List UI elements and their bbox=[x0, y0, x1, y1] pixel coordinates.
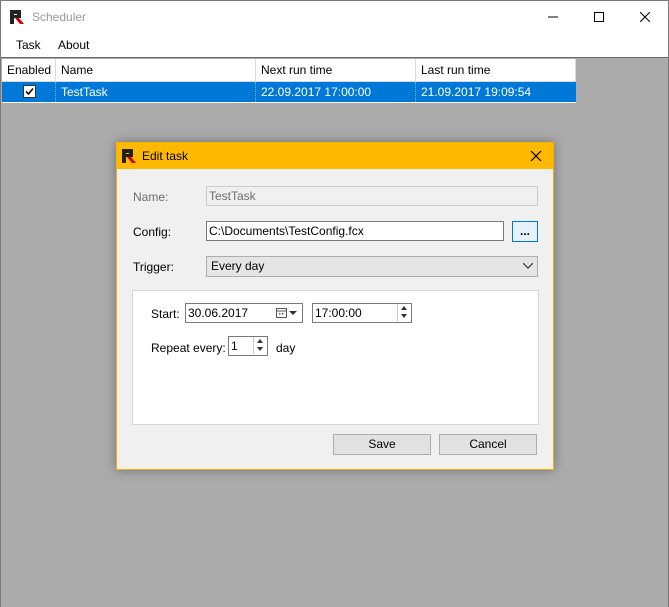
repeat-unit-label: day bbox=[276, 341, 296, 355]
repeat-label: Repeat every: bbox=[151, 341, 226, 355]
enabled-cell[interactable] bbox=[2, 82, 56, 102]
spin-down-icon[interactable] bbox=[254, 345, 266, 353]
start-label: Start: bbox=[151, 307, 180, 321]
trigger-value: Every day bbox=[211, 259, 265, 273]
repeat-stepper[interactable]: 1 bbox=[228, 336, 268, 356]
start-date-value: 30.06.2017 bbox=[188, 306, 249, 320]
minimize-button[interactable] bbox=[530, 1, 576, 33]
close-icon bbox=[640, 12, 650, 22]
maximize-button[interactable] bbox=[576, 1, 622, 33]
cancel-button[interactable]: Cancel bbox=[439, 434, 537, 455]
menu-bar: Task About bbox=[1, 34, 668, 56]
trigger-label: Trigger: bbox=[133, 260, 174, 274]
time-spinner[interactable] bbox=[397, 304, 410, 321]
app-logo-icon bbox=[10, 10, 24, 24]
menu-task[interactable]: Task bbox=[16, 38, 41, 52]
dialog-title-bar[interactable]: Edit task bbox=[117, 143, 553, 169]
column-header-last-run[interactable]: Last run time bbox=[416, 59, 576, 81]
save-button[interactable]: Save bbox=[333, 434, 431, 455]
close-icon[interactable] bbox=[527, 147, 545, 165]
start-time-field[interactable]: 17:00:00 bbox=[312, 303, 412, 323]
chevron-down-icon bbox=[523, 263, 533, 269]
spin-up-icon[interactable] bbox=[398, 304, 410, 312]
title-bar[interactable]: Scheduler bbox=[1, 1, 668, 33]
repeat-spinner[interactable] bbox=[253, 337, 266, 354]
task-name-cell: TestTask bbox=[56, 82, 256, 102]
close-button[interactable] bbox=[622, 1, 668, 33]
edit-task-dialog: Edit task Name: TestTask Config: C:\Docu… bbox=[116, 142, 554, 470]
minimize-icon bbox=[548, 16, 558, 18]
next-run-cell: 22.09.2017 17:00:00 bbox=[256, 82, 416, 102]
trigger-select[interactable]: Every day bbox=[206, 256, 538, 277]
config-label: Config: bbox=[133, 225, 172, 239]
calendar-dropdown-icon[interactable] bbox=[276, 307, 298, 319]
start-time-value: 17:00:00 bbox=[315, 306, 362, 320]
grid-header: Enabled Name Next run time Last run time bbox=[2, 59, 576, 82]
spin-up-icon[interactable] bbox=[254, 337, 266, 345]
spin-down-icon[interactable] bbox=[398, 312, 410, 320]
maximize-icon bbox=[594, 12, 604, 22]
trigger-settings-panel: Start: 30.06.2017 17:00:00 Repeat every:… bbox=[132, 290, 539, 425]
name-field: TestTask bbox=[206, 186, 538, 206]
browse-button[interactable]: ... bbox=[512, 221, 538, 242]
task-grid[interactable]: Enabled Name Next run time Last run time… bbox=[2, 59, 576, 103]
start-date-picker[interactable]: 30.06.2017 bbox=[185, 303, 303, 323]
name-label: Name: bbox=[133, 190, 169, 204]
menu-about[interactable]: About bbox=[58, 38, 89, 52]
column-header-enabled[interactable]: Enabled bbox=[2, 59, 56, 81]
repeat-value: 1 bbox=[231, 339, 238, 353]
table-row[interactable]: TestTask 22.09.2017 17:00:00 21.09.2017 … bbox=[2, 82, 576, 102]
app-logo-icon bbox=[122, 149, 136, 163]
last-run-cell: 21.09.2017 19:09:54 bbox=[421, 85, 532, 99]
config-field[interactable]: C:\Documents\TestConfig.fcx bbox=[206, 221, 504, 241]
column-header-next-run[interactable]: Next run time bbox=[256, 59, 416, 81]
enabled-checkbox[interactable] bbox=[23, 85, 36, 98]
window-title: Scheduler bbox=[32, 10, 87, 24]
column-header-name[interactable]: Name bbox=[56, 59, 256, 81]
dialog-title: Edit task bbox=[142, 149, 189, 163]
